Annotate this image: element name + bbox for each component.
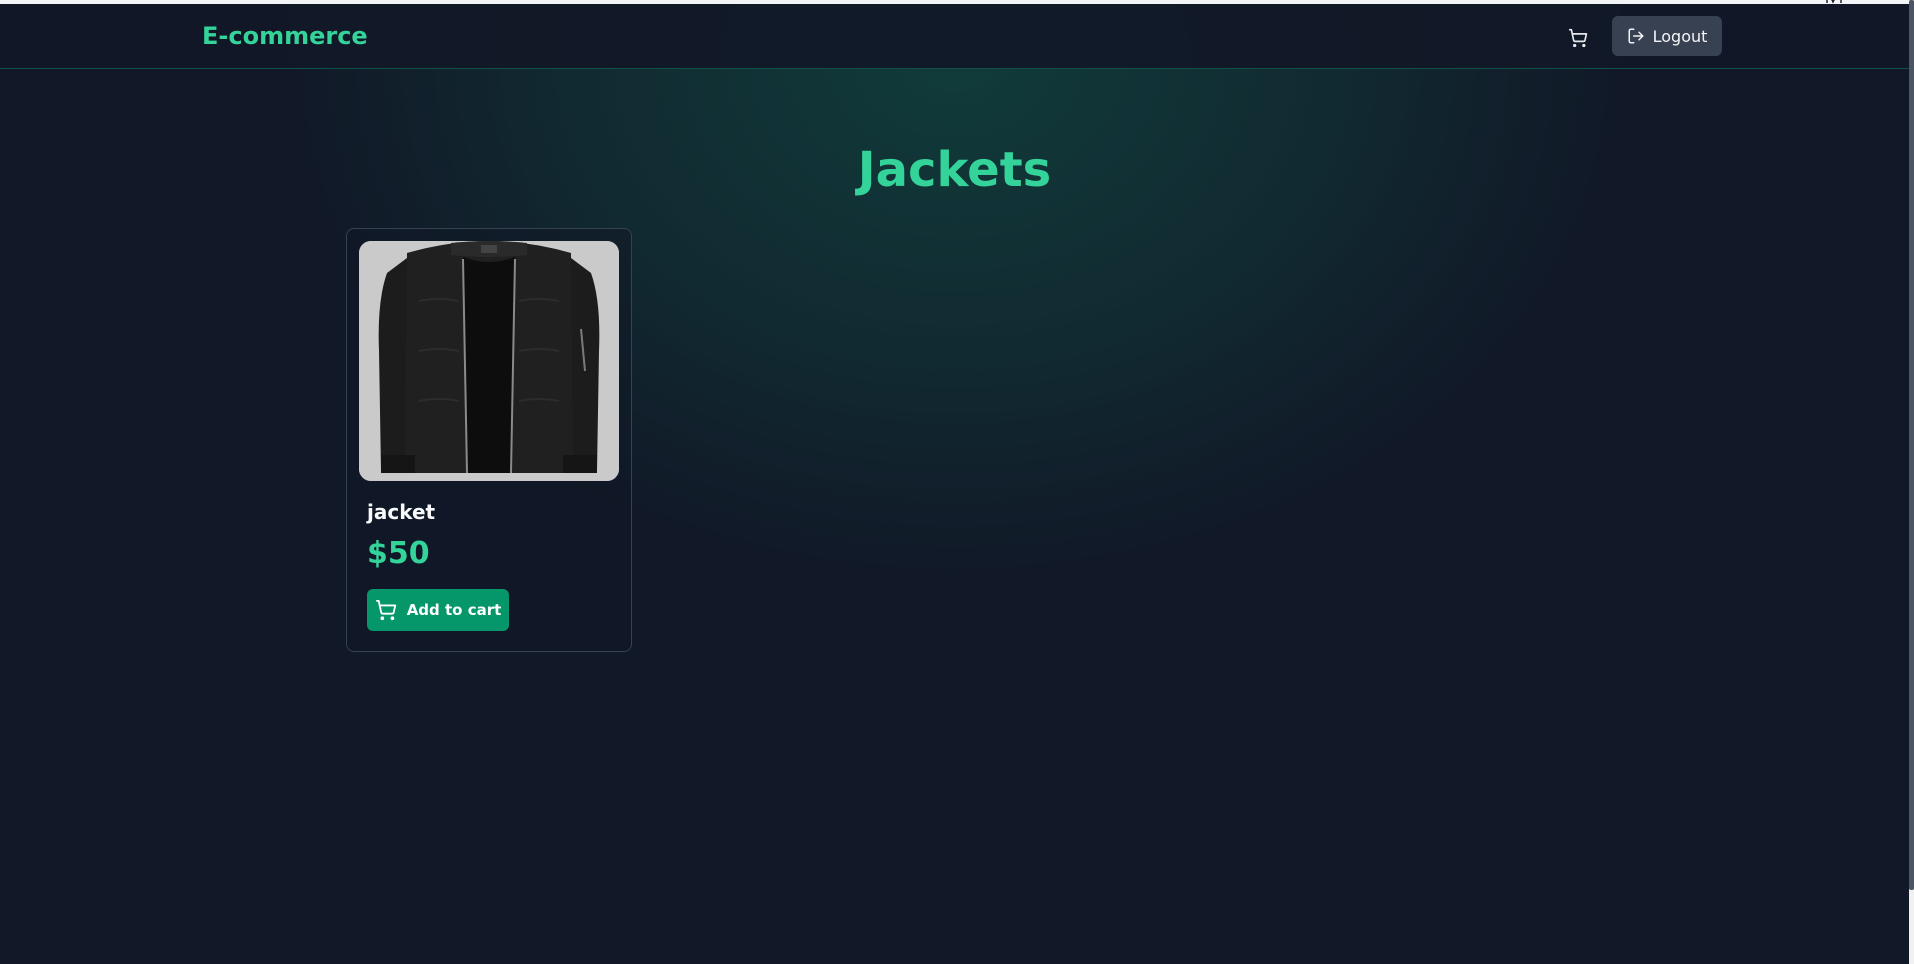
add-to-cart-label: Add to cart	[406, 601, 502, 619]
brand-logo-link[interactable]: E-commerce	[202, 21, 368, 51]
navbar: E-commerce Logout	[0, 4, 1909, 69]
product-price: $50	[367, 536, 430, 571]
shopping-cart-icon	[1568, 28, 1588, 48]
product-card: jacket $50 Add to cart	[346, 228, 632, 652]
product-image	[359, 241, 619, 481]
scrollbar-thumb[interactable]	[1909, 0, 1914, 890]
add-to-cart-button[interactable]: Add to cart	[367, 589, 509, 631]
jacket-image	[359, 241, 619, 481]
vertical-scrollbar[interactable]	[1909, 0, 1914, 964]
page-root: E-commerce Logout Jackets jacket $50 Add…	[0, 0, 1909, 964]
page-title: Jackets	[857, 142, 1052, 198]
cart-button[interactable]	[1566, 26, 1590, 50]
logout-label: Logout	[1652, 26, 1708, 46]
product-name: jacket	[367, 500, 436, 524]
logout-icon	[1628, 28, 1644, 44]
shopping-cart-icon	[375, 599, 396, 621]
logout-button[interactable]: Logout	[1612, 16, 1722, 56]
